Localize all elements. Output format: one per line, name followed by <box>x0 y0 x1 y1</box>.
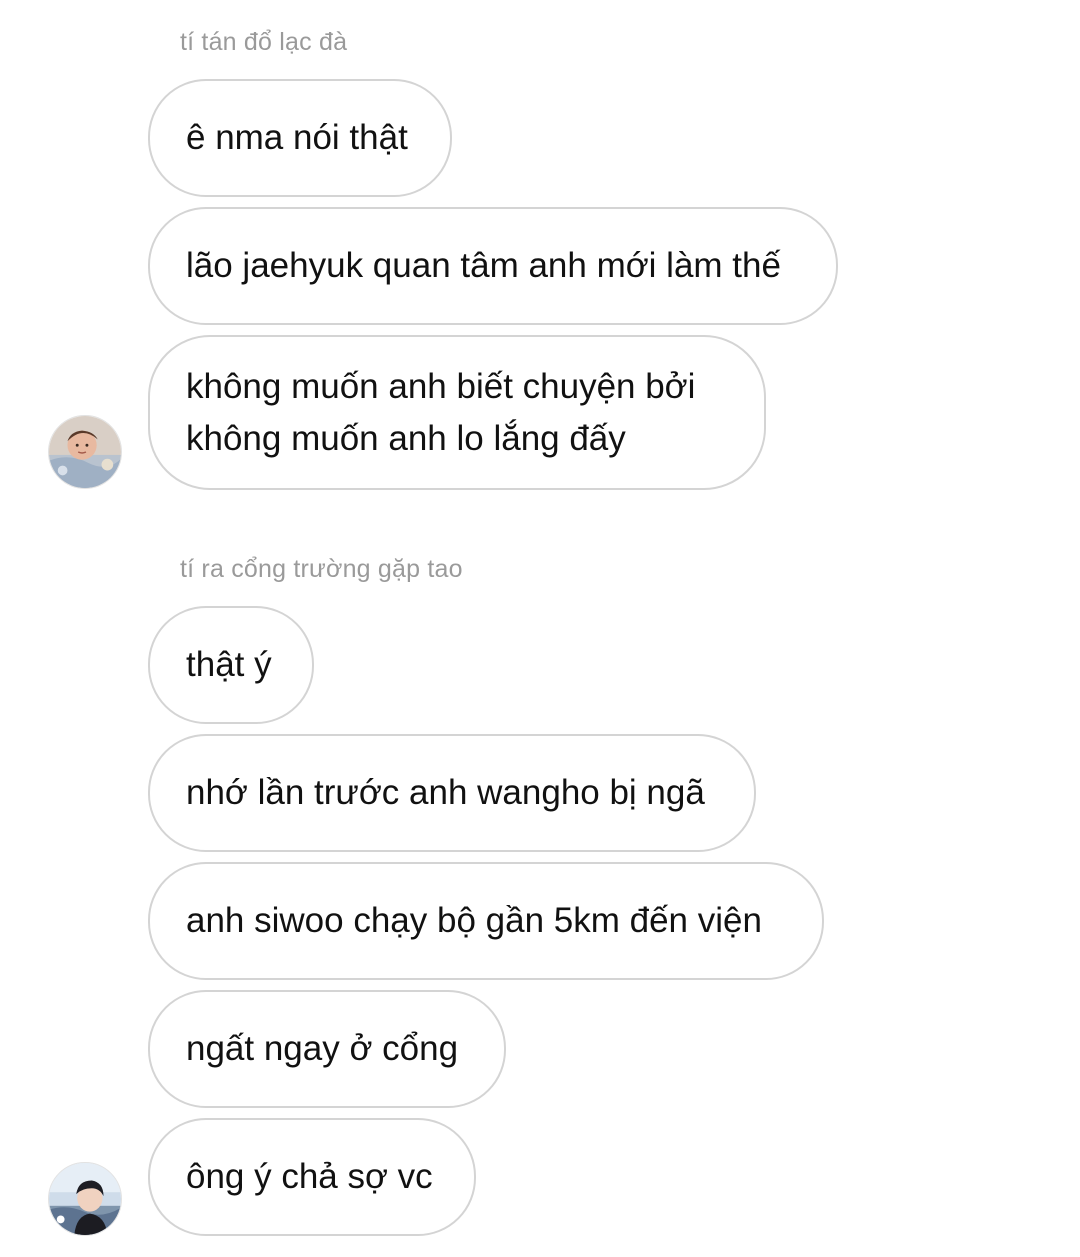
message-bubble[interactable]: ông ý chả sợ vc <box>148 1118 476 1236</box>
message-text: lão jaehyuk quan tâm anh mới làm thế <box>186 246 781 285</box>
user-avatar-photo-1-icon <box>49 416 121 488</box>
message-bubble[interactable]: ngất ngay ở cổng <box>148 990 506 1108</box>
message-text: ê nma nói thật <box>186 118 408 157</box>
message-bubble[interactable]: anh siwoo chạy bộ gần 5km đến viện <box>148 862 824 980</box>
user-avatar-photo-2-icon <box>49 1163 121 1235</box>
message-text: không muốn anh biết chuyện bởi không muố… <box>186 366 696 458</box>
sender-name: tí ra cổng trường gặp tao <box>180 555 463 583</box>
message-bubble[interactable]: không muốn anh biết chuyện bởi không muố… <box>148 335 766 490</box>
sender-name: tí tán đổ lạc đà <box>180 28 348 56</box>
sender-avatar[interactable] <box>48 415 122 489</box>
message-bubble[interactable]: ê nma nói thật <box>148 79 452 197</box>
message-text: anh siwoo chạy bộ gần 5km đến viện <box>186 901 762 940</box>
message-text: nhớ lần trước anh wangho bị ngã <box>186 773 705 812</box>
message-bubble[interactable]: nhớ lần trước anh wangho bị ngã <box>148 734 756 852</box>
message-text: thật ý <box>186 645 272 684</box>
message-bubble[interactable]: thật ý <box>148 606 314 724</box>
message-text: ngất ngay ở cổng <box>186 1029 459 1068</box>
message-bubble[interactable]: lão jaehyuk quan tâm anh mới làm thế <box>148 207 838 325</box>
sender-avatar[interactable] <box>48 1162 122 1236</box>
message-text: ông ý chả sợ vc <box>186 1157 433 1196</box>
